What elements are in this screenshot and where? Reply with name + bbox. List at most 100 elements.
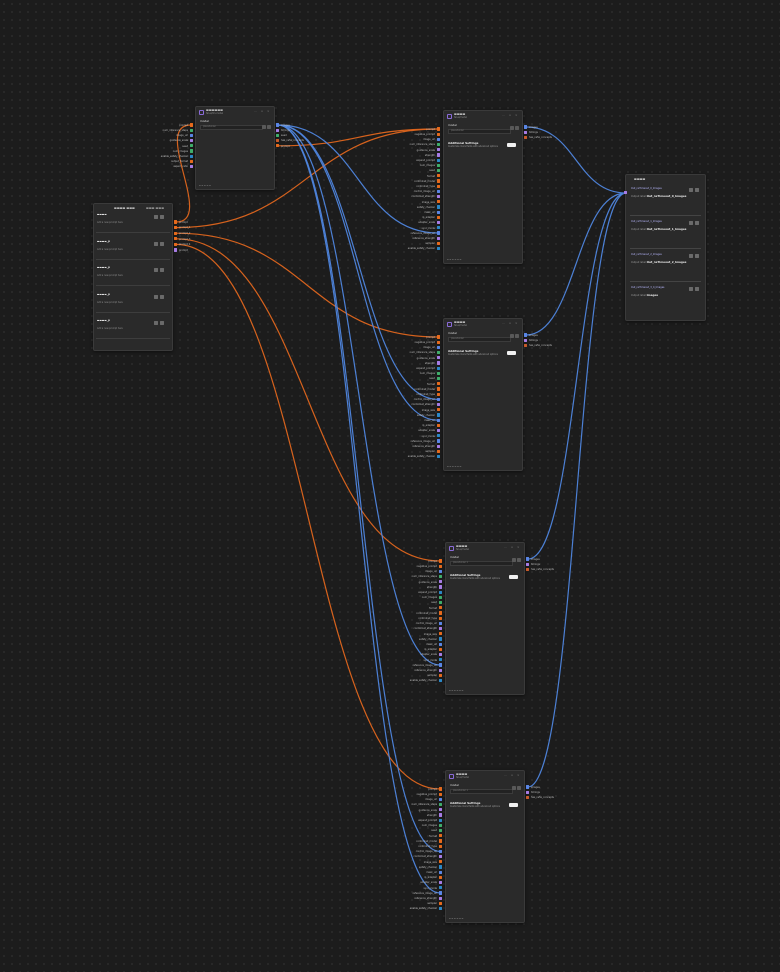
input-port-image_url[interactable] [436,345,440,350]
input-port-mask_url[interactable] [436,210,440,214]
input-port-guidance_scale[interactable] [436,356,440,360]
input-port-controlnet_model[interactable] [436,387,440,391]
input-port-num_images[interactable] [436,163,440,168]
input-port-guidance_scale[interactable] [438,808,442,812]
download-icon[interactable] [689,221,693,225]
delete-icon[interactable] [160,215,164,219]
input-port-controlnet_type[interactable] [438,616,442,620]
input-port-adapter_scale[interactable] [438,880,442,885]
input-port-controlnet_model[interactable] [438,839,442,843]
input-port-seed[interactable] [438,828,442,833]
input-port-ip_adapter[interactable] [436,423,440,428]
node-menu-icons[interactable]: ⋯ ▫ × [254,110,271,113]
prompt-output-port[interactable] [174,231,178,235]
llm-output-port[interactable] [276,123,280,127]
input-port-sync_mode[interactable] [436,226,440,230]
input-port-sync_mode[interactable] [436,434,440,438]
llm-input-port[interactable] [189,138,193,143]
input-port-expand_prompt[interactable] [436,366,440,370]
edit-icon[interactable] [517,786,521,790]
generator-node-4[interactable]: ▬▬▬▬ fal-ai/model ⋯ ▫ × model placeholder 1A… [445,770,525,923]
output-port-has_nsfw_concepts[interactable] [524,343,528,348]
llm-input-port[interactable] [189,133,193,138]
prompt-output-port[interactable] [174,242,178,247]
prompt-output-port[interactable] [174,248,178,252]
input-port-format[interactable] [436,382,440,386]
input-port-sampler[interactable] [436,449,440,454]
generator-node-2[interactable]: ▬▬▬▬ fal-ai/model ⋯ ▫ × model placeholder Add… [443,318,523,471]
output-port-timings[interactable] [526,790,530,794]
edit-icon[interactable] [515,334,519,338]
input-port-negative_prompt[interactable] [436,340,440,344]
input-port-num_inference_steps[interactable] [436,350,440,355]
input-port-safety_checker[interactable] [438,637,442,641]
node-menu-icons[interactable]: ⋯ ▫ × [504,774,521,777]
input-port-ip_adapter[interactable] [436,215,440,220]
download-icon[interactable] [689,254,693,258]
input-port-expand_prompt[interactable] [438,818,442,822]
input-port-sync_mode[interactable] [438,658,442,662]
expand-icon[interactable] [695,287,699,291]
input-port-prompt[interactable] [438,559,442,563]
additional-settings-toggle[interactable] [509,803,518,807]
prompt-output-port[interactable] [174,225,178,230]
output-port-images[interactable] [524,333,528,337]
expand-icon[interactable] [154,321,158,325]
input-port-sampler[interactable] [436,241,440,246]
model-field[interactable]: placeholder 1 [450,560,513,566]
download-icon[interactable] [689,287,693,291]
llm-node[interactable]: ▬▬▬▬▬▬ fal-ai/llm-model ⋯ ▫ × model plac… [195,106,275,190]
llm-input-port[interactable] [189,149,193,153]
input-port-safety_checker[interactable] [436,413,440,417]
input-port-reference_strength[interactable] [438,896,442,900]
node-menu-icons[interactable]: ⋯ ▫ × [502,322,519,325]
input-port-sampler[interactable] [438,673,442,678]
additional-settings-toggle[interactable] [509,575,518,579]
model-field[interactable]: placeholder 1 [450,788,513,794]
generator-node-3[interactable]: ▬▬▬▬ fal-ai/model ⋯ ▫ × model placeholder 1A… [445,542,525,695]
output-port-has_nsfw_concepts[interactable] [524,135,528,140]
input-port-seed[interactable] [436,168,440,173]
input-port-num_images[interactable] [436,371,440,376]
input-port-controlnet_strength[interactable] [436,402,440,407]
toggle-icon[interactable] [512,786,516,790]
input-port-image_url[interactable] [438,569,442,574]
input-port-format[interactable] [438,834,442,838]
prompt-entry-hint[interactable]: Add a new prompt here [97,327,123,330]
input-port-format[interactable] [438,606,442,610]
input-port-image_url[interactable] [438,797,442,802]
llm-output-port[interactable] [276,128,280,132]
input-port-adapter_scale[interactable] [436,428,440,433]
prompt-output-port[interactable] [174,220,178,224]
input-port-image_size[interactable] [438,632,442,636]
input-port-controlnet_strength[interactable] [438,854,442,859]
input-port-num_inference_steps[interactable] [436,142,440,147]
input-port-mask_url[interactable] [438,870,442,874]
edit-icon[interactable] [517,558,521,562]
input-port-prompt[interactable] [436,127,440,131]
input-port-enable_safety_checker[interactable] [438,906,442,911]
input-port-image_size[interactable] [438,860,442,864]
input-port-reference_image_url[interactable] [438,891,442,895]
prompt-output-port[interactable] [174,237,178,241]
input-port-ip_adapter[interactable] [438,875,442,880]
input-port-control_image_url[interactable] [438,621,442,626]
input-port-seed[interactable] [436,376,440,381]
model-field[interactable]: placeholder [448,336,511,342]
input-port-reference_image_url[interactable] [438,663,442,667]
model-field[interactable]: placeholder [200,124,263,130]
expand-icon[interactable] [695,188,699,192]
input-port-strength[interactable] [436,361,440,365]
input-port-strength[interactable] [438,585,442,589]
llm-input-port[interactable] [189,128,193,132]
input-port-strength[interactable] [436,153,440,157]
input-port-image_url[interactable] [436,137,440,142]
node-menu-icons[interactable]: ⋯ ▫ × [504,546,521,549]
output-port-timings[interactable] [524,130,528,134]
input-port-prompt[interactable] [438,787,442,791]
input-port-ip_adapter[interactable] [438,647,442,652]
toggle-icon[interactable] [262,125,266,129]
input-port-controlnet_model[interactable] [438,611,442,615]
additional-settings-toggle[interactable] [507,351,516,355]
expand-icon[interactable] [695,254,699,258]
